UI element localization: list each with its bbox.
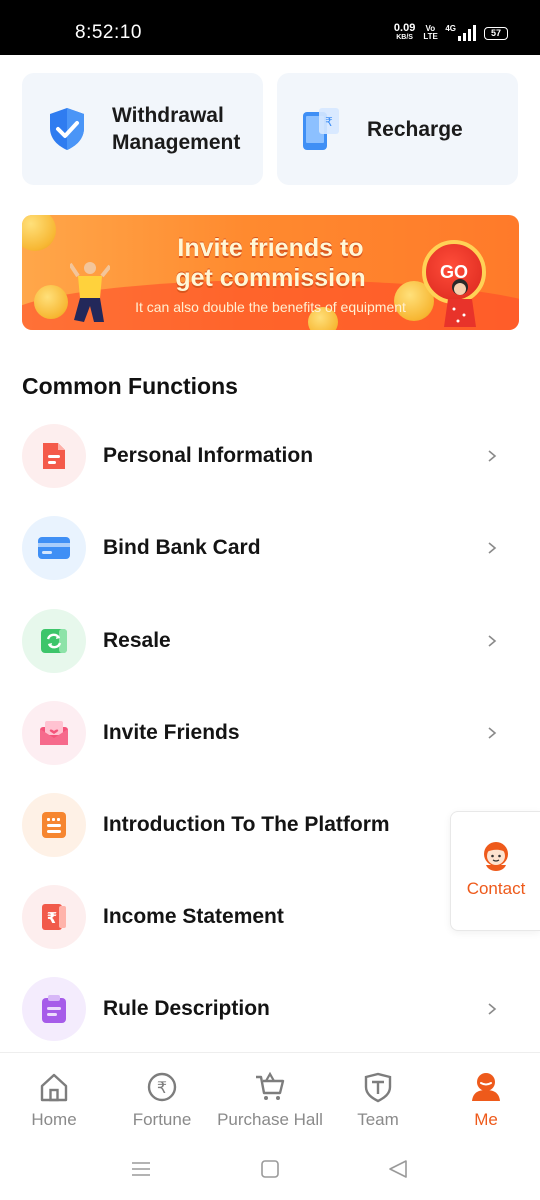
recharge-card[interactable]: ₹ Recharge [277, 73, 518, 185]
invite-banner[interactable]: Invite friends to get commission GO It c… [22, 215, 519, 330]
back-triangle-icon[interactable] [387, 1158, 409, 1180]
nav-item-home[interactable]: Home [0, 1053, 108, 1143]
recharge-phone-icon: ₹ [299, 106, 345, 152]
home-square-icon[interactable] [259, 1158, 281, 1180]
menu-label: Rule Description [103, 997, 270, 1020]
envelope-heart-icon [22, 701, 86, 765]
bank-card-icon [22, 516, 86, 580]
nav-item-me[interactable]: Me [432, 1053, 540, 1143]
menu-item-resale[interactable]: Resale [0, 606, 540, 676]
status-indicators: 0.09 KB/S Vo LTE 4G 57 [394, 23, 508, 42]
menu-label: Introduction To The Platform [103, 813, 390, 836]
resale-icon [22, 609, 86, 673]
bottom-navigation: Home ₹ Fortune Purchase Hall Team Me [0, 1052, 540, 1142]
menu-item-personal-information[interactable]: Personal Information [0, 421, 540, 491]
chevron-right-icon [488, 450, 497, 462]
menu-item-invite-friends[interactable]: Invite Friends [0, 698, 540, 768]
team-icon [364, 1072, 392, 1103]
chevron-right-icon [488, 1003, 497, 1015]
withdrawal-management-card[interactable]: Withdrawal Management [22, 73, 263, 185]
chevron-right-icon [488, 727, 497, 739]
home-icon [40, 1073, 68, 1102]
svg-text:₹: ₹ [157, 1078, 167, 1097]
battery-icon: 57 [484, 26, 508, 40]
contact-label: Contact [466, 879, 526, 898]
withdrawal-label-line2: Management [112, 131, 241, 154]
nav-item-team[interactable]: Team [324, 1053, 432, 1143]
svg-text:₹: ₹ [47, 909, 57, 927]
system-navigation-bar [0, 1142, 540, 1200]
shield-check-icon [44, 106, 90, 152]
withdrawal-management-label: Withdrawal Management [112, 102, 240, 156]
menu-icon[interactable] [130, 1158, 152, 1180]
recharge-label: Recharge [367, 117, 463, 141]
document-icon [22, 424, 86, 488]
menu-item-rule-description[interactable]: Rule Description [0, 974, 540, 1044]
nav-item-fortune[interactable]: ₹ Fortune [108, 1053, 216, 1143]
status-bar: 8:52:10 0.09 KB/S Vo LTE 4G 57 [0, 0, 540, 55]
nav-label: Purchase Hall [217, 1110, 323, 1129]
clipboard-icon [22, 977, 86, 1041]
list-doc-icon [22, 793, 86, 857]
menu-label: Income Statement [103, 905, 284, 928]
banner-subtitle: It can also double the benefits of equip… [135, 299, 406, 315]
chevron-right-icon [488, 635, 497, 647]
menu-label: Resale [103, 629, 171, 652]
network-type: 4G [445, 24, 456, 33]
network-speed-unit: KB/S [396, 34, 413, 41]
section-title-common-functions: Common Functions [22, 373, 238, 399]
customer-service-icon [484, 842, 508, 871]
nav-label: Me [474, 1110, 498, 1129]
menu-label: Personal Information [103, 444, 314, 467]
person-icon [472, 1073, 500, 1101]
menu-label: Bind Bank Card [103, 536, 261, 559]
nav-label: Team [357, 1110, 399, 1129]
signal-icon [458, 25, 476, 41]
status-time: 8:52:10 [75, 22, 142, 43]
cart-icon [256, 1071, 285, 1100]
nav-label: Home [31, 1110, 77, 1129]
svg-text:₹: ₹ [325, 115, 333, 129]
nav-item-purchase-hall[interactable]: Purchase Hall [216, 1053, 324, 1143]
withdrawal-label-line1: Withdrawal [112, 104, 224, 127]
contact-button[interactable]: Contact [450, 811, 540, 931]
nav-label: Fortune [132, 1110, 192, 1129]
rupee-circle-icon: ₹ [147, 1072, 177, 1102]
volte-indicator: Vo LTE [423, 24, 438, 41]
menu-item-bind-bank-card[interactable]: Bind Bank Card [0, 513, 540, 583]
rupee-doc-icon: ₹ [22, 885, 86, 949]
menu-label: Invite Friends [103, 721, 240, 744]
network-speed: 0.09 KB/S [394, 23, 415, 42]
chevron-right-icon [488, 542, 497, 554]
